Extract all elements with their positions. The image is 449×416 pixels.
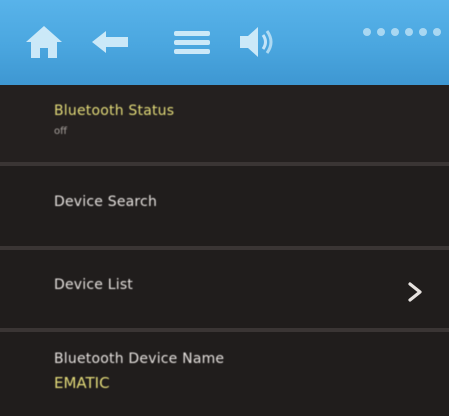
device-search-label: Device Search	[54, 194, 158, 210]
bluetooth-status-label: Bluetooth Status	[54, 103, 175, 119]
chevron-right-icon	[407, 281, 423, 303]
device-list-row[interactable]: Device List	[0, 250, 449, 328]
page-dot	[363, 28, 371, 36]
device-name-label: Bluetooth Device Name	[54, 351, 225, 367]
back-arrow-icon[interactable]	[88, 22, 132, 62]
device-name-value: EMATIC	[54, 374, 110, 392]
page-dot	[419, 28, 427, 36]
bluetooth-status-row[interactable]: Bluetooth Status off	[0, 85, 449, 162]
device-name-row[interactable]: Bluetooth Device Name EMATIC	[0, 332, 449, 416]
page-indicator-dots	[363, 28, 441, 36]
home-icon[interactable]	[22, 22, 66, 62]
volume-icon[interactable]	[234, 22, 278, 62]
menu-icon[interactable]	[170, 22, 214, 62]
page-dot	[433, 28, 441, 36]
bluetooth-settings-list: Bluetooth Status off Device Search Devic…	[0, 85, 449, 416]
top-toolbar	[0, 0, 449, 85]
page-dot	[391, 28, 399, 36]
page-dot	[405, 28, 413, 36]
page-dot	[377, 28, 385, 36]
device-search-row[interactable]: Device Search	[0, 166, 449, 246]
device-list-label: Device List	[54, 277, 134, 293]
bluetooth-status-value: off	[54, 126, 68, 137]
